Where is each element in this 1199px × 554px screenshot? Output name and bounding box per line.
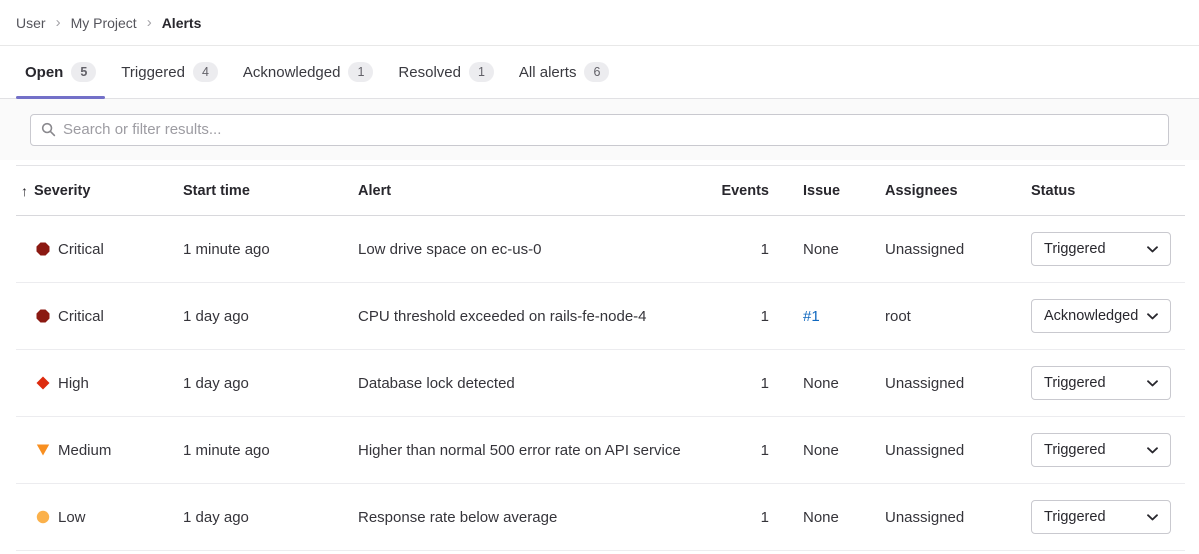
column-header-start-time[interactable]: Start time bbox=[183, 183, 358, 199]
tab-all-alerts[interactable]: All alerts 6 bbox=[510, 46, 618, 98]
column-header-assignees: Assignees bbox=[885, 183, 1031, 199]
column-header-severity[interactable]: ↑ Severity bbox=[16, 183, 183, 199]
events-cell: 1 bbox=[703, 375, 769, 392]
status-dropdown[interactable]: Triggered bbox=[1031, 433, 1171, 467]
severity-critical-icon bbox=[36, 242, 50, 256]
alerts-table: ↑ Severity Start time Alert Events Issue… bbox=[16, 165, 1185, 551]
column-header-events[interactable]: Events bbox=[703, 183, 769, 199]
tab-acknowledged-label: Acknowledged bbox=[243, 64, 341, 81]
breadcrumb-user[interactable]: User bbox=[16, 15, 46, 31]
chevron-down-icon bbox=[1147, 514, 1158, 521]
assignees-cell: Unassigned bbox=[885, 509, 1031, 526]
events-cell: 1 bbox=[703, 308, 769, 325]
tab-resolved-label: Resolved bbox=[398, 64, 461, 81]
column-header-alert: Alert bbox=[358, 183, 703, 199]
issue-cell: None bbox=[769, 442, 885, 459]
issue-link[interactable]: #1 bbox=[803, 308, 820, 325]
column-header-severity-label: Severity bbox=[34, 183, 90, 199]
alert-title-cell: Database lock detected bbox=[358, 375, 703, 392]
tab-acknowledged-count-badge: 1 bbox=[348, 62, 373, 82]
breadcrumb-separator-icon: › bbox=[56, 15, 61, 30]
tab-triggered-label: Triggered bbox=[121, 64, 185, 81]
breadcrumb-current-alerts: Alerts bbox=[162, 15, 202, 31]
assignees-cell: Unassigned bbox=[885, 442, 1031, 459]
tab-triggered[interactable]: Triggered 4 bbox=[112, 46, 227, 98]
events-cell: 1 bbox=[703, 509, 769, 526]
assignees-cell: root bbox=[885, 308, 1031, 325]
sort-ascending-icon: ↑ bbox=[21, 183, 28, 199]
events-cell: 1 bbox=[703, 241, 769, 258]
severity-label: Critical bbox=[58, 308, 104, 325]
alert-status-tabs: Open 5 Triggered 4 Acknowledged 1 Resolv… bbox=[0, 46, 1199, 99]
tab-all-alerts-label: All alerts bbox=[519, 64, 577, 81]
tab-resolved[interactable]: Resolved 1 bbox=[389, 46, 503, 98]
severity-critical-icon bbox=[36, 309, 50, 323]
tab-resolved-count-badge: 1 bbox=[469, 62, 494, 82]
tab-all-alerts-count-badge: 6 bbox=[584, 62, 609, 82]
severity-high-icon bbox=[36, 376, 50, 390]
alert-row-4[interactable]: Medium 1 minute ago Higher than normal 5… bbox=[16, 417, 1185, 484]
start-time-cell: 1 day ago bbox=[183, 375, 358, 392]
tab-open-count-badge: 5 bbox=[71, 62, 96, 82]
severity-label: Low bbox=[58, 509, 86, 526]
alert-title-cell: Higher than normal 500 error rate on API… bbox=[358, 442, 703, 459]
search-icon bbox=[41, 122, 56, 137]
status-dropdown-label: Triggered bbox=[1044, 241, 1106, 257]
search-input-wrapper[interactable] bbox=[30, 114, 1169, 146]
alerts-table-header: ↑ Severity Start time Alert Events Issue… bbox=[16, 166, 1185, 216]
tab-triggered-count-badge: 4 bbox=[193, 62, 218, 82]
chevron-down-icon bbox=[1147, 313, 1158, 320]
tab-open-label: Open bbox=[25, 64, 63, 81]
start-time-cell: 1 minute ago bbox=[183, 442, 358, 459]
severity-label: High bbox=[58, 375, 89, 392]
alert-title-cell: Response rate below average bbox=[358, 509, 703, 526]
issue-cell: None bbox=[769, 241, 885, 258]
alert-row-3[interactable]: High 1 day ago Database lock detected 1 … bbox=[16, 350, 1185, 417]
status-dropdown[interactable]: Triggered bbox=[1031, 366, 1171, 400]
events-cell: 1 bbox=[703, 442, 769, 459]
status-dropdown-label: Triggered bbox=[1044, 442, 1106, 458]
tab-open[interactable]: Open 5 bbox=[16, 46, 105, 98]
severity-medium-icon bbox=[36, 443, 50, 457]
issue-cell: None bbox=[769, 509, 885, 526]
status-dropdown[interactable]: Acknowledged bbox=[1031, 299, 1171, 333]
chevron-down-icon bbox=[1147, 246, 1158, 253]
search-bar-section bbox=[0, 99, 1199, 160]
status-dropdown-label: Triggered bbox=[1044, 375, 1106, 391]
start-time-cell: 1 day ago bbox=[183, 509, 358, 526]
alert-title-cell: Low drive space on ec-us-0 bbox=[358, 241, 703, 258]
assignees-cell: Unassigned bbox=[885, 375, 1031, 392]
search-input[interactable] bbox=[63, 121, 1158, 138]
breadcrumb-project[interactable]: My Project bbox=[71, 15, 137, 31]
alert-row-1[interactable]: Critical 1 minute ago Low drive space on… bbox=[16, 216, 1185, 283]
severity-low-icon bbox=[36, 510, 50, 524]
start-time-cell: 1 day ago bbox=[183, 308, 358, 325]
breadcrumb: User › My Project › Alerts bbox=[0, 0, 1199, 46]
assignees-cell: Unassigned bbox=[885, 241, 1031, 258]
status-dropdown-label: Acknowledged bbox=[1044, 308, 1138, 324]
chevron-down-icon bbox=[1147, 380, 1158, 387]
alert-row-2[interactable]: Critical 1 day ago CPU threshold exceede… bbox=[16, 283, 1185, 350]
issue-cell: None bbox=[769, 375, 885, 392]
column-header-status: Status bbox=[1031, 183, 1185, 199]
status-dropdown-label: Triggered bbox=[1044, 509, 1106, 525]
start-time-cell: 1 minute ago bbox=[183, 241, 358, 258]
status-dropdown[interactable]: Triggered bbox=[1031, 232, 1171, 266]
breadcrumb-separator-icon: › bbox=[147, 15, 152, 30]
severity-label: Critical bbox=[58, 241, 104, 258]
alert-row-5[interactable]: Low 1 day ago Response rate below averag… bbox=[16, 484, 1185, 551]
status-dropdown[interactable]: Triggered bbox=[1031, 500, 1171, 534]
severity-label: Medium bbox=[58, 442, 111, 459]
tab-acknowledged[interactable]: Acknowledged 1 bbox=[234, 46, 383, 98]
column-header-issue: Issue bbox=[769, 183, 885, 199]
alert-title-cell: CPU threshold exceeded on rails-fe-node-… bbox=[358, 308, 703, 325]
chevron-down-icon bbox=[1147, 447, 1158, 454]
